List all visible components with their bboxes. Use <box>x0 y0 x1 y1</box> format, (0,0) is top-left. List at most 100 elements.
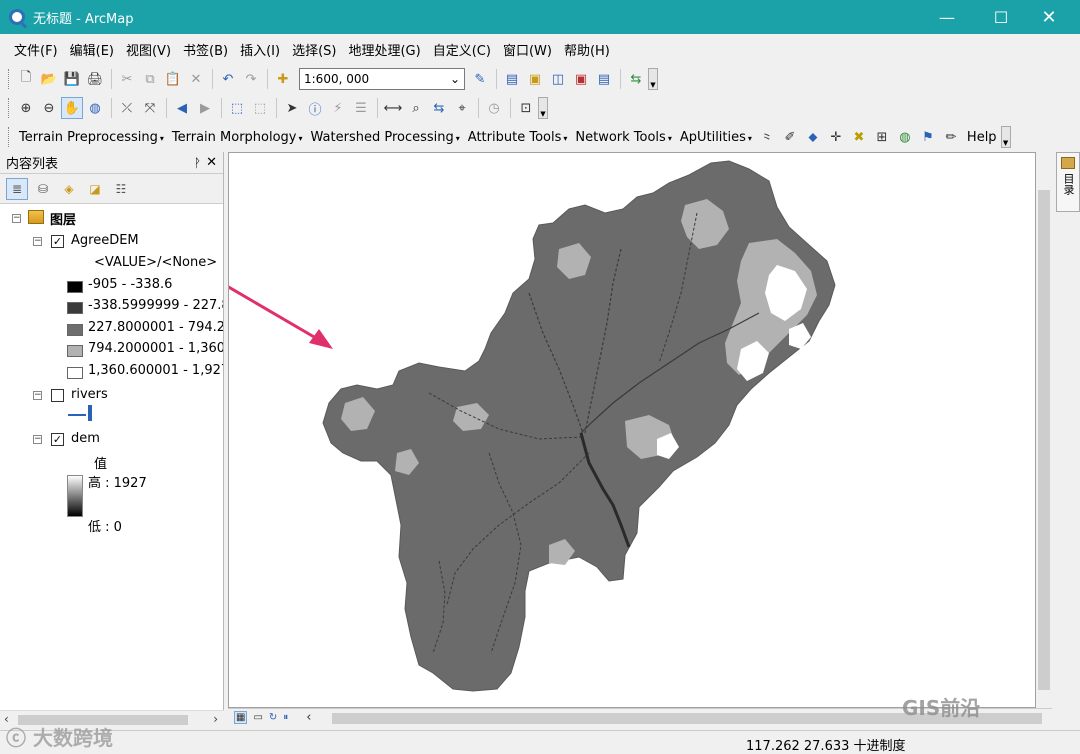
collapse-icon[interactable]: − <box>33 391 42 400</box>
toolbar-grip[interactable] <box>8 69 11 89</box>
scroll-right-icon[interactable]: › <box>213 712 218 726</box>
new-document-icon[interactable]: 🗋 <box>15 68 37 90</box>
modelbuilder-icon[interactable]: ⇆ <box>625 68 647 90</box>
find-binoculars-icon[interactable]: ⌕ <box>405 97 427 119</box>
cut-icon[interactable]: ✂ <box>116 68 138 90</box>
watershed-processing-menu[interactable]: Watershed Processing ▾ <box>307 130 464 145</box>
flow-path-tracing-icon[interactable]: ⺀ <box>756 126 778 148</box>
scroll-thumb[interactable] <box>1038 190 1050 690</box>
menu-windows[interactable]: 窗口(W) <box>497 40 558 59</box>
fixed-zoom-out-icon[interactable]: ⤧ <box>139 97 161 119</box>
print-icon[interactable]: 🖨 <box>84 68 106 90</box>
list-by-selection-icon[interactable]: ◪ <box>84 178 106 200</box>
layer-visibility-checkbox[interactable]: ✓ <box>51 235 64 248</box>
aputilities-menu[interactable]: ApUtilities ▾ <box>676 130 756 145</box>
pin-icon[interactable]: ᚹ <box>194 156 201 170</box>
table-of-contents-window-icon[interactable]: ▤ <box>501 68 523 90</box>
redo-icon[interactable]: ↷ <box>240 68 262 90</box>
data-view-icon[interactable]: ▦ <box>234 711 248 724</box>
root-layers-label[interactable]: 图层 <box>50 209 76 228</box>
select-elements-icon[interactable]: ➤ <box>281 97 303 119</box>
measure-icon[interactable]: ⟷ <box>382 97 404 119</box>
go-forward-icon[interactable]: ▶ <box>194 97 216 119</box>
toolbar-grip[interactable] <box>8 127 11 147</box>
river-line-symbol[interactable] <box>68 414 86 416</box>
maximize-button[interactable]: ☐ <box>978 0 1024 34</box>
zoom-out-icon[interactable]: ⊖ <box>38 97 60 119</box>
list-by-source-icon[interactable]: ⛁ <box>32 178 54 200</box>
menu-selection[interactable]: 选择(S) <box>286 40 342 59</box>
catalog-window-icon[interactable]: ▣ <box>524 68 546 90</box>
add-data-icon[interactable]: ✚ <box>272 68 294 90</box>
find-route-icon[interactable]: ⇆ <box>428 97 450 119</box>
select-features-icon[interactable]: ⬚ <box>226 97 248 119</box>
map-vertical-scrollbar[interactable] <box>1036 152 1053 708</box>
save-icon[interactable]: 💾 <box>61 68 83 90</box>
legend-swatch[interactable] <box>67 345 83 357</box>
hyperlink-icon[interactable]: ⚡ <box>327 97 349 119</box>
collapse-icon[interactable]: − <box>12 214 21 223</box>
toolbar-grip[interactable] <box>8 98 11 118</box>
collapse-icon[interactable]: − <box>33 435 42 444</box>
copy-icon[interactable]: ⧉ <box>139 68 161 90</box>
menu-help[interactable]: 帮助(H) <box>558 40 616 59</box>
close-icon[interactable]: ✕ <box>206 155 217 170</box>
pause-drawing-icon[interactable]: ⏸ <box>283 712 288 723</box>
toolbar-overflow-button[interactable]: ▼ <box>538 97 548 119</box>
flag-icon[interactable]: ⚑ <box>917 126 939 148</box>
zoom-in-icon[interactable]: ⊕ <box>15 97 37 119</box>
menu-bookmarks[interactable]: 书签(B) <box>177 40 234 59</box>
cross-tool-icon[interactable]: ✖ <box>848 126 870 148</box>
paste-icon[interactable]: 📋 <box>162 68 184 90</box>
delete-icon[interactable]: ✕ <box>185 68 207 90</box>
dem-stretch-ramp[interactable] <box>67 475 83 517</box>
html-popup-icon[interactable]: ☰ <box>350 97 372 119</box>
layer-visibility-checkbox[interactable]: ✓ <box>51 433 64 446</box>
layer-visibility-checkbox[interactable] <box>51 389 64 402</box>
go-to-xy-icon[interactable]: ⌖ <box>451 97 473 119</box>
collapse-icon[interactable]: − <box>33 237 42 246</box>
menu-file[interactable]: 文件(F) <box>8 40 64 59</box>
legend-swatch[interactable] <box>67 367 83 379</box>
time-slider-icon[interactable]: ◷ <box>483 97 505 119</box>
list-by-drawing-order-icon[interactable]: ≣ <box>6 177 28 200</box>
open-icon[interactable]: 📂 <box>38 68 60 90</box>
catalog-dock-tab[interactable]: 目录 <box>1056 152 1080 212</box>
layer-name-dem[interactable]: dem <box>71 431 100 446</box>
list-by-visibility-icon[interactable]: ◈ <box>58 178 80 200</box>
editor-toolbar-icon[interactable]: ✎ <box>469 68 491 90</box>
globe-data-icon[interactable]: ◍ <box>894 126 916 148</box>
legend-swatch[interactable] <box>67 281 83 293</box>
undo-icon[interactable]: ↶ <box>217 68 239 90</box>
toolbar-overflow-button[interactable]: ▼ <box>1000 126 1011 148</box>
python-window-icon[interactable]: ▤ <box>593 68 615 90</box>
legend-swatch[interactable] <box>67 324 83 336</box>
menu-view[interactable]: 视图(V) <box>120 40 177 59</box>
batch-point-icon[interactable]: ⬥ <box>802 126 824 148</box>
point-delineation-icon[interactable]: ✐ <box>779 126 801 148</box>
search-window-icon[interactable]: ◫ <box>547 68 569 90</box>
pan-icon[interactable]: ✋ <box>61 97 83 119</box>
layout-view-icon[interactable]: ▭ <box>253 712 262 723</box>
terrain-preprocessing-menu[interactable]: Terrain Preprocessing ▾ <box>15 130 168 145</box>
map-scale-combobox[interactable]: 1:600, 000 ⌄ <box>299 68 465 90</box>
full-extent-globe-icon[interactable]: ◍ <box>84 97 106 119</box>
clear-selection-icon[interactable]: ⬚ <box>249 97 271 119</box>
arctoolbox-icon[interactable]: ▣ <box>570 68 592 90</box>
menu-insert[interactable]: 插入(I) <box>234 40 286 59</box>
refresh-icon[interactable]: ↻ <box>269 712 277 723</box>
help-menu[interactable]: Help <box>963 130 1001 145</box>
schema-icon[interactable]: ⊞ <box>871 126 893 148</box>
scroll-left-icon[interactable]: ‹ <box>306 710 311 725</box>
layer-name-agreedem[interactable]: AgreeDEM <box>71 233 139 248</box>
terrain-morphology-menu[interactable]: Terrain Morphology ▾ <box>168 130 307 145</box>
menu-geoprocessing[interactable]: 地理处理(G) <box>342 40 426 59</box>
attribute-tools-menu[interactable]: Attribute Tools ▾ <box>464 130 572 145</box>
menu-customize[interactable]: 自定义(C) <box>427 40 497 59</box>
create-viewer-window-icon[interactable]: ⊡ <box>515 97 537 119</box>
minimize-button[interactable]: — <box>924 0 970 34</box>
layer-name-rivers[interactable]: rivers <box>71 387 108 402</box>
toolbar-overflow-button[interactable]: ▼ <box>648 68 658 90</box>
edit-pencil-icon[interactable]: ✏ <box>940 126 962 148</box>
go-back-icon[interactable]: ◀ <box>171 97 193 119</box>
